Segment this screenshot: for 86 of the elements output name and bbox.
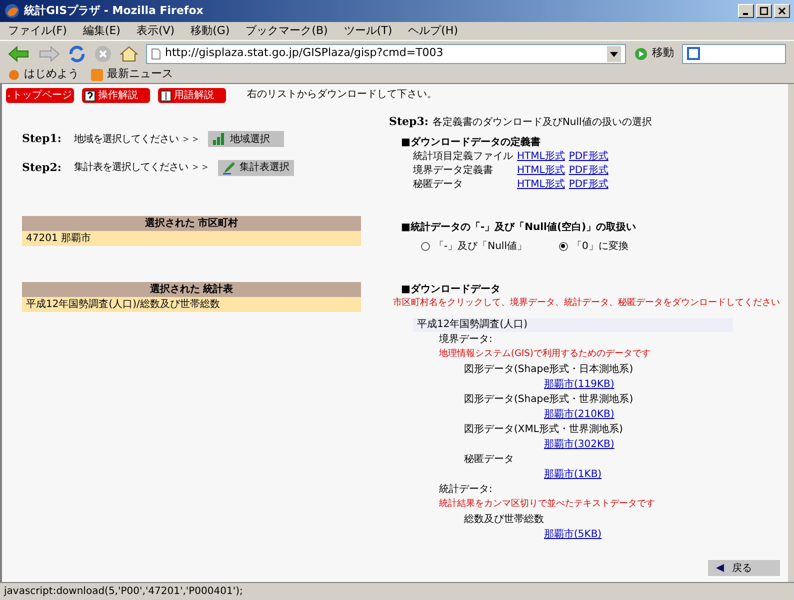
bookmark-link[interactable]: 最新ニュース [91,66,173,83]
menu-item[interactable]: 移動(G) [190,22,230,40]
group-label: 境界データ: [439,332,494,347]
format-link[interactable]: PDF形式 [568,149,608,164]
step-label: Step3: [389,114,428,130]
select-button[interactable]: 集計表選択 [218,160,294,176]
search-field[interactable] [682,44,786,64]
home-icon[interactable] [120,44,138,62]
radio-label: 「0」に変換 [572,240,628,254]
definition-name: 境界データ定義書 [413,164,494,178]
format-link[interactable]: HTML形式 [517,149,565,164]
radio-option[interactable]: 「0」に変換 [558,238,628,254]
nav-button[interactable]: 用語解説 [158,88,226,103]
radio-label: 「-」及び「Null値」 [434,240,527,254]
data-label: 図形データ(Shape形式・日本測地系) [464,362,634,377]
menu-item[interactable]: ヘルプ(H) [408,22,458,40]
section-heading: ■統計データの「-」及び「Null値(空白)」の取扱い [401,220,638,234]
dropdown-icon[interactable] [607,46,621,62]
globe-icon [4,3,20,19]
format-link[interactable]: HTML形式 [517,177,565,192]
box-header: 選択された 市区町村 [22,216,361,231]
step-label: Step1: [22,131,62,147]
select-button[interactable]: 地域選択 [208,131,284,148]
close-button[interactable] [774,4,790,18]
section-heading: ■ダウンロードデータ [401,282,502,296]
step-instruction: 地域を選択してください ＞＞ [74,132,200,147]
step-instruction: 集計表を選択してください ＞＞ [74,160,210,176]
radio-button[interactable] [558,242,568,250]
bar-chart-icon [212,132,226,146]
step-label: Step2: [22,160,62,176]
menu-item[interactable]: ツール(T) [344,22,392,40]
address-text: http://gisplaza.stat.go.jp/GISPlaza/gisp?cmd=T003 [165,45,444,62]
survey-header: 平成12年国勢調査(人口) [413,318,733,332]
data-label: 図形データ(Shape形式・世界測地系) [464,392,634,407]
data-label: 秘匿データ [464,453,515,467]
address-field[interactable]: http://gisplaza.stat.go.jp/GISPlaza/gisp?cmd=T003 [146,44,626,64]
group-note: 統計結果をカンマ区切りで並べたテキストデータです [439,498,656,511]
format-link[interactable]: HTML形式 [517,163,565,178]
instruction-text: 右のリストからダウンロードして下さい。 [247,88,438,102]
back-button[interactable]: 戻る [708,560,780,576]
definition-name: 秘匿データ [413,178,464,192]
nav-button[interactable]: 操作解説 [82,88,150,103]
back-arrow-icon[interactable] [8,46,30,62]
bookmark-link[interactable]: はじめよう [8,66,79,83]
status-text: javascript:download(5,'P00','47201','P000401'); [4,585,243,599]
box-header: 選択された 統計表 [22,282,361,297]
section-heading: ■ダウンロードデータの定義書 [401,135,542,150]
download-link[interactable]: 那覇市(119KB) [544,377,614,392]
go-button[interactable]: 移動 [634,45,674,62]
menu-item[interactable]: 表示(V) [136,22,175,40]
data-label: 総数及び世帯総数 [464,512,545,527]
reload-icon[interactable] [68,44,86,62]
definition-name: 統計項目定義ファイル [413,150,513,164]
data-label: 図形データ(XML形式・世界測地系) [464,422,624,437]
close-icon [778,7,786,15]
left-triangle-icon [716,564,724,572]
maximize-icon [760,7,768,15]
selected-value: 平成12年国勢調査(人口)/総数及び世帯総数 [22,297,361,312]
menu-item[interactable]: ファイル(F) [8,22,67,40]
play-icon [634,46,648,60]
minimize-button[interactable] [738,4,754,18]
download-link[interactable]: 那覇市(302KB) [544,437,614,452]
question-icon [84,90,96,102]
page-icon [151,48,161,60]
group-note: 地理情報システム(GIS)で利用するためのデータです [439,348,652,361]
group-label: 統計データ: [439,482,494,497]
format-link[interactable]: PDF形式 [568,163,608,178]
menu-item[interactable]: 編集(E) [82,22,120,40]
format-link[interactable]: PDF形式 [568,177,608,192]
download-link[interactable]: 那覇市(5KB) [544,527,602,542]
book-icon [160,90,172,102]
selected-value: 47201 那覇市 [22,231,361,246]
maximize-button[interactable] [756,4,772,18]
window-title: 統計GISプラザ - Mozilla Firefox [24,2,204,19]
menu-item[interactable]: ブックマーク(B) [246,22,328,40]
step-instruction: 各定義書のダウンロード及びNull値の扱いの選択 [432,116,652,130]
download-link[interactable]: 那覇市(1KB) [544,467,602,482]
radio-option[interactable]: 「-」及び「Null値」 [421,238,527,254]
rss-icon [91,68,103,80]
nav-button[interactable]: トップページ [6,88,74,103]
globe-icon [8,68,20,80]
search-engine-icon [687,46,701,60]
radio-button[interactable] [421,242,430,250]
download-note: 市区町村名をクリックして、境界データ、統計データ、秘匿データをダウンロードしてください [393,296,780,310]
pen-icon [222,160,236,175]
download-link[interactable]: 那覇市(210KB) [544,407,614,422]
